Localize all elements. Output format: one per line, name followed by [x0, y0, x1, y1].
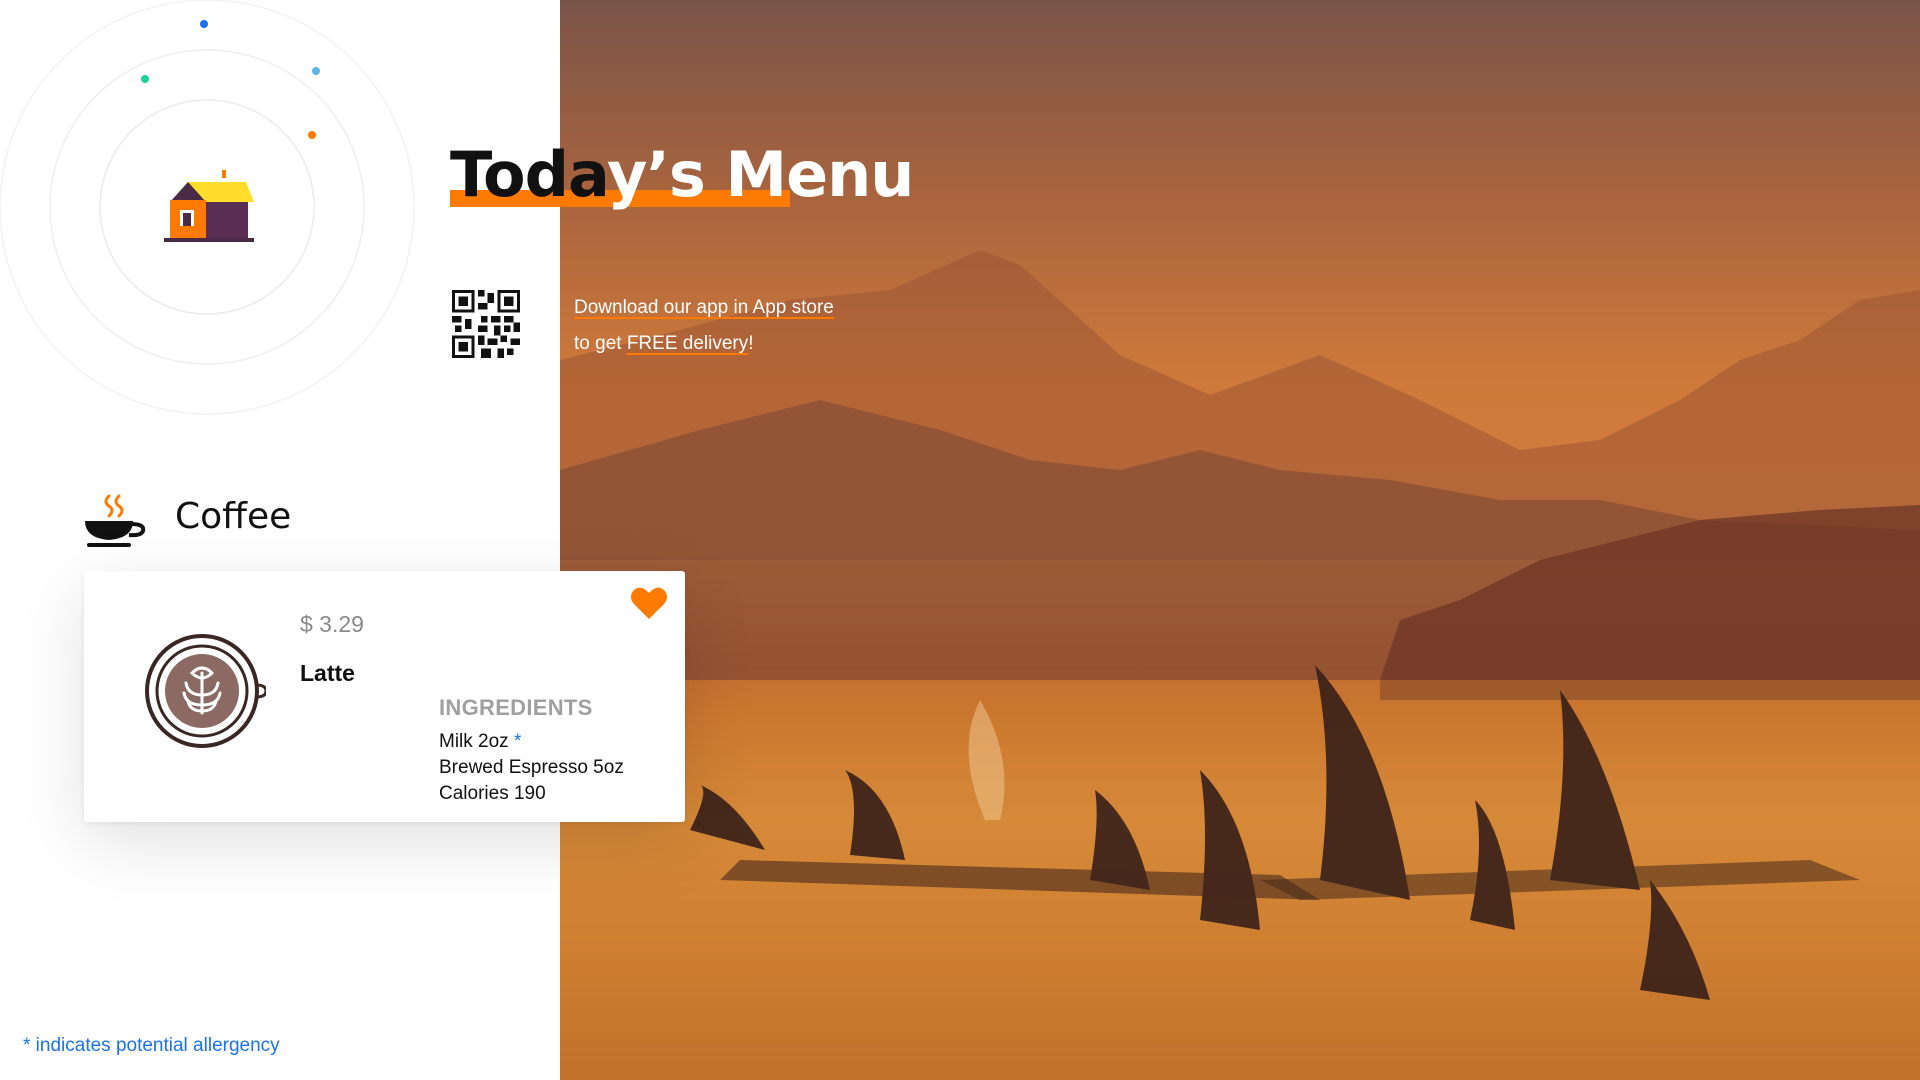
- product-card[interactable]: $ 3.29 Latte INGREDIENTS Milk 2oz * Brew…: [84, 571, 685, 822]
- free-delivery-prefix: to get: [574, 333, 627, 354]
- ingredients-heading: INGREDIENTS: [439, 695, 593, 720]
- latte-art-icon: [145, 634, 266, 748]
- ingredient-text: Calories 190: [439, 783, 546, 804]
- allergy-footnote: * indicates potential allergency: [23, 1035, 280, 1056]
- page-title-right: y’s Menu: [606, 138, 914, 211]
- category-title: Coffee: [175, 496, 292, 537]
- ingredient-item: Milk 2oz *: [439, 729, 624, 755]
- page-title-block: Today’s Menu: [450, 138, 914, 211]
- menu-board: Today’s Menu Download our app in App sto…: [0, 0, 1920, 1080]
- app-promo: Download our app in App store to get FRE…: [574, 290, 834, 362]
- coffee-cup-icon: [85, 494, 146, 547]
- free-delivery-link[interactable]: FREE delivery: [627, 333, 748, 354]
- heart-icon[interactable]: [630, 585, 668, 621]
- download-app-link[interactable]: Download our app in App store: [574, 290, 834, 326]
- ingredient-text: Milk 2oz: [439, 731, 509, 752]
- product-price: $ 3.29: [300, 611, 364, 637]
- free-delivery-text: to get FREE delivery!: [574, 326, 834, 362]
- allergen-marker: *: [513, 731, 522, 752]
- ingredient-item: Calories 190: [439, 781, 624, 807]
- page-title-left: Toda: [450, 138, 608, 211]
- product-name: Latte: [300, 660, 355, 686]
- ingredient-item: Brewed Espresso 5oz: [439, 755, 624, 781]
- ingredient-text: Brewed Espresso 5oz: [439, 757, 624, 778]
- qr-code-icon[interactable]: [452, 290, 520, 358]
- page-title: Today’s Menu: [450, 138, 914, 211]
- ingredients-list: Milk 2oz * Brewed Espresso 5oz Calories …: [439, 729, 624, 807]
- free-delivery-suffix: !: [748, 333, 754, 354]
- house-logo-icon: [164, 170, 254, 242]
